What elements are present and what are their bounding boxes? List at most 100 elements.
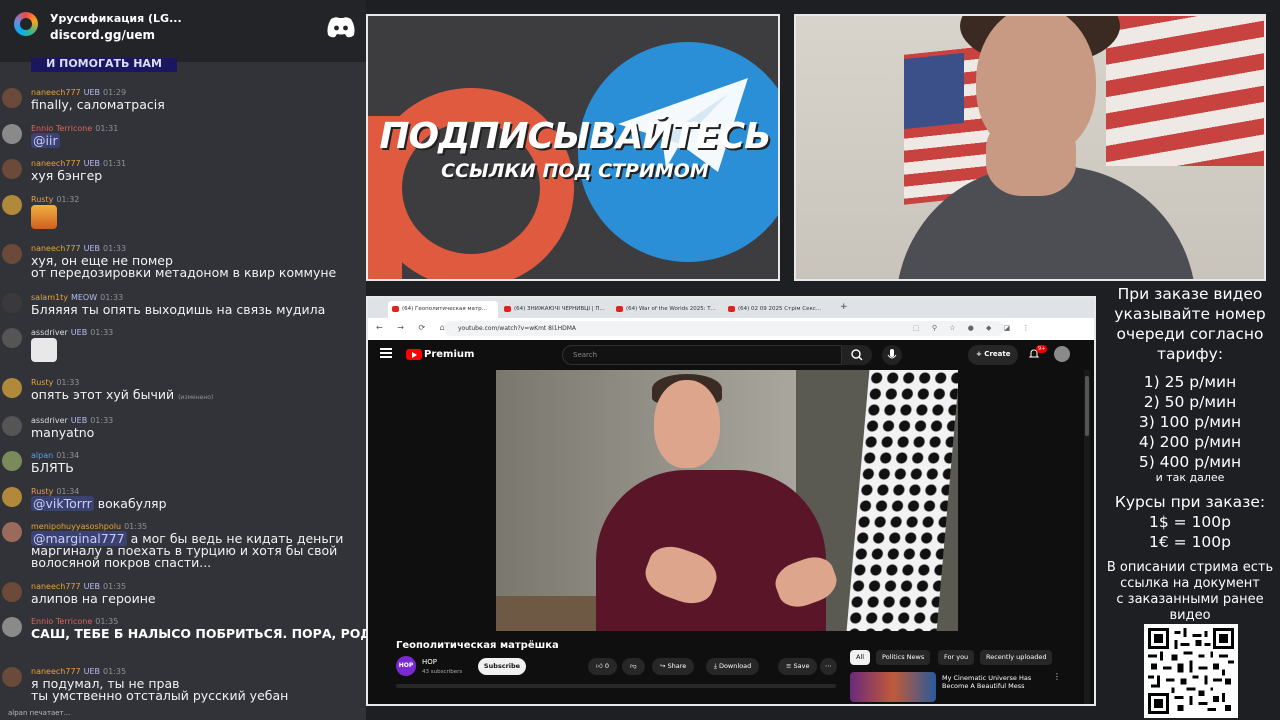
message-header: naneech777 UEB 01:29 [31,88,126,97]
message-body: опять этот хуй бычий [31,387,175,402]
username[interactable]: naneech777 [31,667,81,676]
username[interactable]: Ennio Terricone [31,124,92,133]
recommended-more-icon[interactable]: ⋮ [1053,672,1061,681]
dislike-button[interactable]: 👎︎ [622,658,645,675]
username[interactable]: naneech777 [31,244,81,253]
account-avatar[interactable] [1054,346,1070,362]
message-body: finally, саломатрасія [31,97,165,112]
chip-recently-uploaded[interactable]: Recently uploaded [980,650,1053,665]
promo-subtitle: ССЫЛКИ ПОД СТРИМОМ [441,160,709,182]
search-input[interactable]: Search [562,345,842,365]
tariff-more: и так далее [1155,471,1225,484]
username[interactable]: salam1ty [31,293,68,302]
qr-code-pattern [1148,628,1234,714]
browser-tab-2[interactable]: (64) ЗНИЖАЮЧІ ЧЕРНИВЦІ | П... [500,301,610,318]
discord-chat-panel: Урусификация (LG... discord.gg/uem И ПОМ… [0,0,366,720]
user-avatar[interactable] [2,487,22,507]
message-header: naneech777 UEB 01:35 [31,667,126,676]
user-mention[interactable]: @iir [31,133,60,148]
video-player[interactable] [496,370,958,631]
message-attachment-image[interactable] [31,205,57,229]
username[interactable]: Rusty [31,195,53,204]
tab-label: (64) 02 09 2025 Стрім Секс... [738,306,822,312]
subscriber-count: 43 subscribers [422,669,463,675]
username[interactable]: Rusty [31,487,53,496]
like-button[interactable]: 👍︎ 0 [588,658,617,675]
more-actions-button[interactable]: ⋯ [820,658,837,675]
youtube-logo-icon[interactable] [406,349,422,360]
download-button[interactable]: ⤓ Download [706,658,760,675]
user-avatar[interactable] [2,451,22,471]
chip-all[interactable]: All [850,650,871,665]
voice-search-button[interactable] [882,345,902,365]
message-header: menipohuyyasoshpolu 01:35 [31,522,147,531]
scrollbar-thumb[interactable] [1085,376,1089,436]
browser-tab-4[interactable]: (64) 02 09 2025 Стрім Секс... [724,301,834,318]
address-bar: ← → ⟳ ⌂ youtube.com/watch?v=wKmt 8I1HDMA… [368,318,1094,340]
youtube-premium-label[interactable]: Premium [424,349,474,360]
extension-icons[interactable]: ⬚ ⚲ ☆ ● ◆ ◪ ⋮ [913,324,1034,332]
user-avatar[interactable] [2,244,22,264]
server-invite-link[interactable]: discord.gg/uem [50,28,155,42]
us-flag-right [1106,16,1264,166]
browser-tab-3[interactable]: (64) War of the Worlds 2025: Т... [612,301,722,318]
nav-buttons[interactable]: ← → ⟳ ⌂ [376,323,451,332]
timestamp: 01:34 [56,451,80,460]
subscribe-button[interactable]: Subscribe [478,658,526,675]
server-icon[interactable] [14,12,38,36]
user-avatar[interactable] [2,328,22,348]
user-avatar[interactable] [2,88,22,108]
message-text: волосяной покров спасти... [31,556,211,570]
download-label: Download [718,662,752,670]
message-attachment-image[interactable] [31,338,57,362]
timestamp: 01:35 [95,617,119,626]
user-avatar[interactable] [2,159,22,179]
username[interactable]: naneech777 [31,159,81,168]
message-header: naneech777 UEB 01:31 [31,159,126,168]
save-button[interactable]: ≡ Save [778,658,818,675]
user-avatar[interactable] [2,378,22,398]
search-button[interactable] [842,345,872,365]
youtube-favicon-icon [392,306,399,312]
video-person-face [654,380,720,468]
hamburger-menu-icon[interactable] [380,348,392,358]
username[interactable]: assdriver [31,328,68,337]
chip-politics-news[interactable]: Politics News [876,650,931,665]
username[interactable]: naneech777 [31,88,81,97]
message-text: @vikTorrr вокабуляр [31,496,167,511]
typing-indicator: alpan печатает... [8,709,71,717]
share-button[interactable]: ↪ Share [652,658,695,675]
message-text: finally, саломатрасія [31,98,165,112]
message-body: алипов на героине [31,591,156,606]
user-avatar[interactable] [2,124,22,144]
username[interactable]: menipohuyyasoshpolu [31,522,121,531]
user-avatar[interactable] [2,582,22,602]
youtube-favicon-icon [616,306,623,312]
youtube-header: Premium Search + Create 9+ [368,340,1094,370]
user-avatar[interactable] [2,522,22,542]
new-tab-icon[interactable]: + [840,302,848,312]
thumbs-down-icon: 👎︎ [630,662,637,670]
role-badge: UEB [83,88,101,97]
username[interactable]: naneech777 [31,582,81,591]
recommended-title[interactable]: My Cinematic Universe Has Become A Beaut… [942,674,1040,690]
username[interactable]: assdriver [31,416,68,425]
role-badge: UEB [83,667,101,676]
channel-name[interactable]: HOP [422,658,437,666]
recommended-thumbnail[interactable] [850,672,936,702]
user-mention[interactable]: @vikTorrr [31,496,94,511]
user-avatar[interactable] [2,416,22,436]
channel-avatar[interactable]: HOP [396,656,416,676]
username[interactable]: alpan [31,451,53,460]
description-box[interactable] [396,684,836,688]
user-avatar[interactable] [2,293,22,313]
user-avatar[interactable] [2,195,22,215]
username[interactable]: Rusty [31,378,53,387]
user-avatar[interactable] [2,667,22,687]
user-avatar[interactable] [2,617,22,637]
username[interactable]: Ennio Terricone [31,617,92,626]
browser-tab-1[interactable]: (64) Геополитическая матр... [388,301,498,318]
chip-for-you[interactable]: For you [938,650,975,665]
create-button[interactable]: + Create [968,345,1018,365]
tariff-item: 2) 50 р/мин [1143,393,1237,411]
